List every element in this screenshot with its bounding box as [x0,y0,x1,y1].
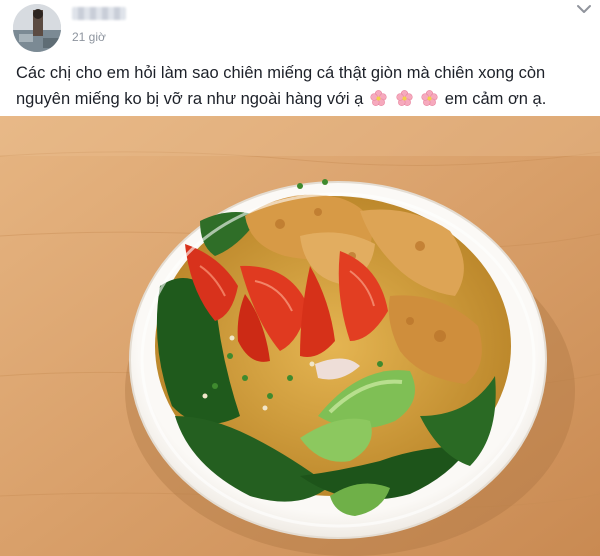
avatar[interactable] [13,4,61,52]
cherry-blossom-icon [395,90,413,106]
post-timestamp[interactable]: 21 giờ [72,30,106,44]
avatar-image [13,4,61,52]
fish-soup-photo [0,116,600,556]
caption-trailing-text: em cảm ơn ạ. [444,90,547,108]
post-photo[interactable] [0,116,600,556]
emoji-row [368,90,445,108]
cherry-blossom-icon [370,90,387,106]
post-header: 21 giờ [0,0,600,56]
chevron-down-icon [577,5,591,13]
facebook-post: 21 giờ Các chị cho em hỏi làm sao chiên … [0,0,600,556]
post-options-button[interactable] [574,2,594,16]
post-caption: Các chị cho em hỏi làm sao chiên miếng c… [16,60,588,112]
cherry-blossom-icon [421,90,438,106]
author-name-blurred[interactable] [72,7,126,20]
